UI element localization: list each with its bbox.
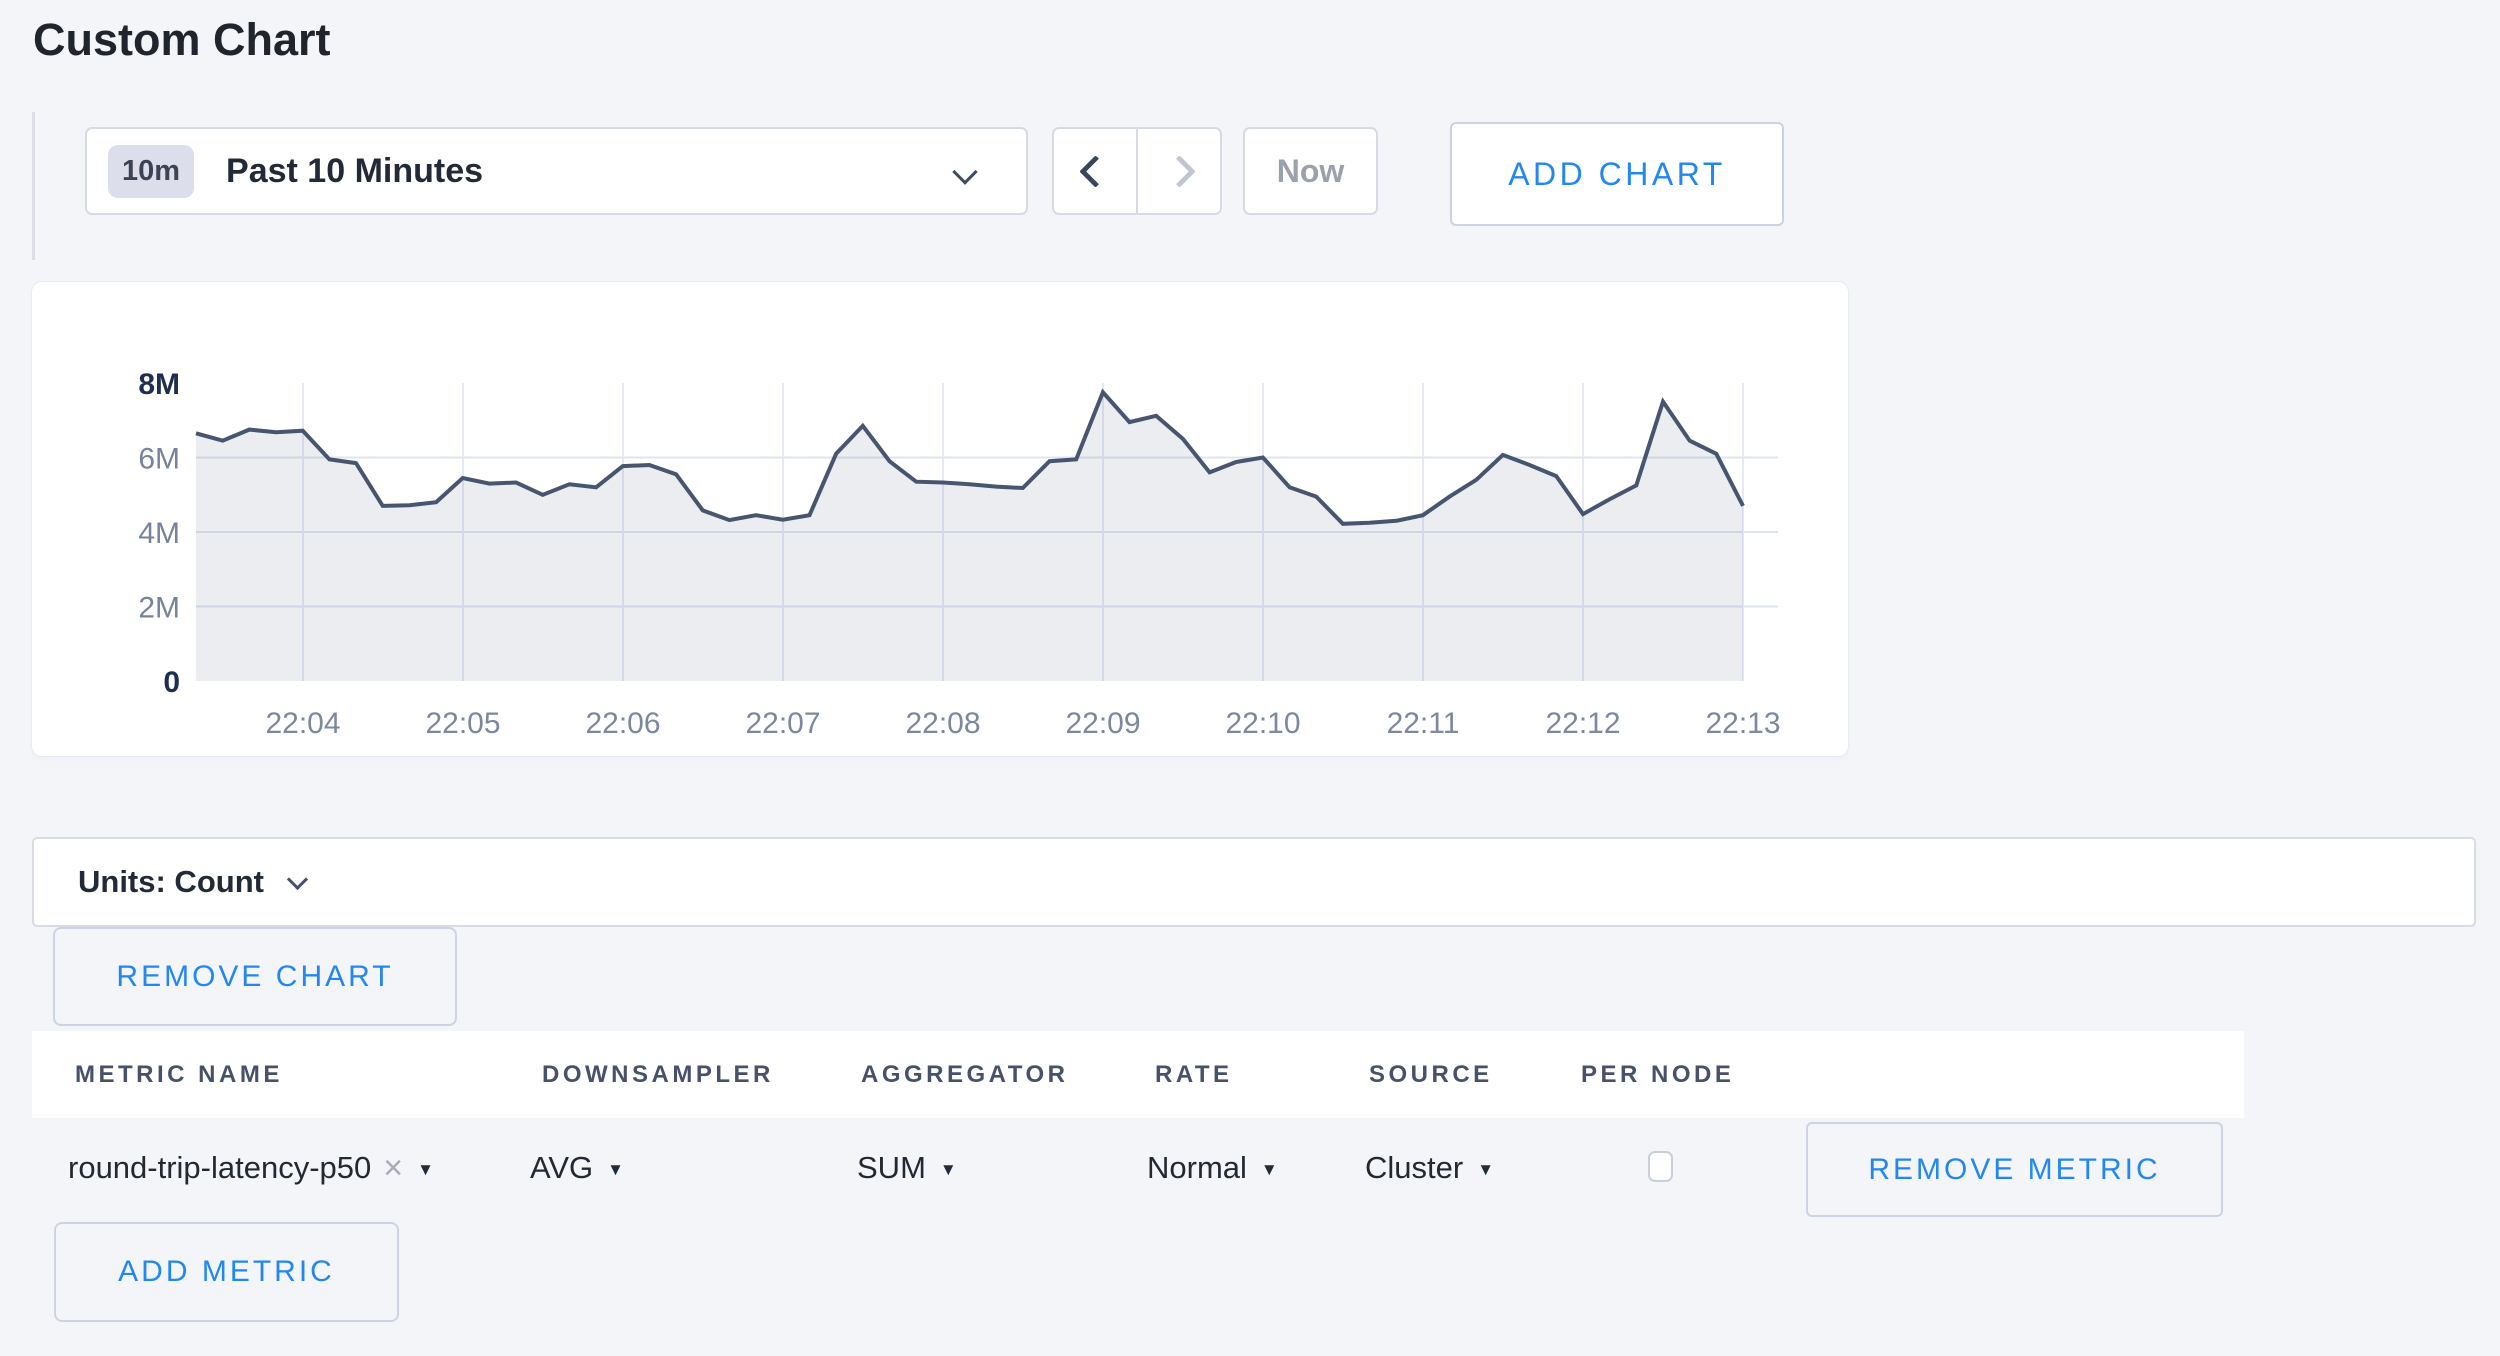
add-metric-button[interactable]: ADD METRIC [54,1222,399,1322]
y-tick-label: 2M [138,592,180,625]
rate-value: Normal [1147,1150,1247,1186]
chevron-left-icon [1079,155,1112,188]
units-label: Units: Count [78,864,264,900]
metric-name-value: round-trip-latency-p50 [68,1150,371,1186]
col-header-rate: RATE [1155,1031,1233,1118]
remove-metric-button[interactable]: REMOVE METRIC [1806,1122,2223,1217]
time-window-badge: 10m [108,145,194,198]
chart-card: 0 2M 4M 6M 8M 22:04 22:05 22:06 22:07 22:08 22:09 2… [32,282,1848,756]
source-value: Cluster [1365,1150,1463,1186]
metrics-table-header: METRIC NAME DOWNSAMPLER AGGREGATOR RATE … [32,1031,2244,1118]
caret-down-icon: ▼ [417,1156,434,1180]
downsampler-dropdown[interactable]: AVG ▼ [530,1118,624,1218]
x-tick-label: 22:07 [745,707,820,740]
per-node-checkbox[interactable] [1648,1151,1673,1182]
time-range-label: Past 10 Minutes [226,152,483,191]
prev-time-button[interactable] [1054,129,1138,213]
rate-dropdown[interactable]: Normal ▼ [1147,1118,1278,1218]
caret-down-icon: ▼ [940,1156,957,1180]
x-tick-label: 22:08 [905,707,980,740]
x-tick-label: 22:09 [1065,707,1140,740]
now-button[interactable]: Now [1243,127,1378,215]
x-tick-label: 22:06 [585,707,660,740]
x-tick-label: 22:12 [1545,707,1620,740]
section-divider [32,112,35,260]
time-nav-arrows [1052,127,1222,215]
col-header-source: SOURCE [1369,1031,1493,1118]
x-tick-label: 22:05 [425,707,500,740]
chevron-right-icon [1163,155,1196,188]
caret-down-icon: ▼ [1477,1156,1494,1180]
source-dropdown[interactable]: Cluster ▼ [1365,1118,1494,1218]
caret-down-icon: ▼ [1261,1156,1278,1180]
x-tick-label: 22:11 [1387,707,1460,740]
time-range-dropdown[interactable]: 10m Past 10 Minutes [85,127,1028,215]
time-series-chart[interactable]: 0 2M 4M 6M 8M 22:04 22:05 22:06 22:07 22:08 22:09 2… [32,282,1848,756]
col-header-metric-name: METRIC NAME [75,1031,283,1118]
x-tick-label: 22:13 [1705,707,1780,740]
metric-name-dropdown[interactable]: round-trip-latency-p50 × ▼ [68,1118,434,1218]
y-tick-label: 4M [138,517,180,550]
aggregator-value: SUM [857,1150,926,1186]
chevron-down-icon [952,159,977,184]
x-tick-label: 22:10 [1225,707,1300,740]
x-tick-label: 22:04 [265,707,340,740]
col-header-per-node: PER NODE [1581,1031,1734,1118]
y-tick-label: 0 [163,666,180,699]
chevron-down-icon [287,868,308,889]
col-header-aggregator: AGGREGATOR [861,1031,1068,1118]
y-tick-label: 8M [138,368,180,401]
clear-metric-icon[interactable]: × [383,1149,403,1188]
page-title: Custom Chart [33,14,331,66]
units-dropdown[interactable]: Units: Count [32,837,2476,927]
remove-chart-button[interactable]: REMOVE CHART [53,927,457,1026]
add-chart-button[interactable]: ADD CHART [1450,122,1784,226]
caret-down-icon: ▼ [607,1156,624,1180]
y-tick-label: 6M [138,443,180,476]
aggregator-dropdown[interactable]: SUM ▼ [857,1118,957,1218]
next-time-button[interactable] [1138,129,1220,213]
series-area [196,392,1743,681]
col-header-downsampler: DOWNSAMPLER [542,1031,774,1118]
downsampler-value: AVG [530,1150,593,1186]
